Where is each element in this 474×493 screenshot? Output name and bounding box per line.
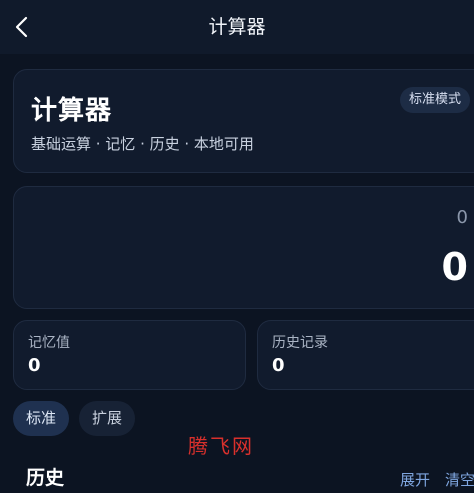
- history-count-label: 历史记录: [272, 335, 328, 351]
- calculator-display: 0 0: [13, 186, 474, 309]
- tab-standard-mode[interactable]: 标准: [13, 401, 70, 436]
- top-navigation-bar: 计算器: [0, 0, 474, 54]
- chevron-left-icon: [15, 16, 28, 38]
- expand-history-button[interactable]: 展开: [400, 469, 430, 490]
- result-text: 0: [441, 245, 468, 289]
- watermark-logo: 腾飞网: [188, 434, 254, 458]
- back-button[interactable]: [8, 12, 38, 42]
- tab-extended-mode[interactable]: 扩展: [79, 401, 136, 436]
- history-section-title: 历史: [26, 467, 65, 489]
- page-title: 计算器: [208, 16, 266, 38]
- feature-summary: 基础运算 · 记忆 · 历史 · 本地可用: [31, 135, 254, 153]
- memory-value: 0: [28, 355, 41, 376]
- memory-label: 记忆值: [28, 335, 70, 351]
- history-count-value: 0: [272, 355, 285, 376]
- calculator-info-card: 计算器 基础运算 · 记忆 · 历史 · 本地可用 标准模式: [13, 69, 474, 173]
- memory-stat-card: 记忆值 0: [13, 320, 246, 390]
- expression-text: 0: [456, 207, 468, 228]
- calculator-heading: 计算器: [31, 96, 113, 126]
- history-stat-card: 历史记录 0: [257, 320, 474, 390]
- mode-badge: 标准模式: [400, 87, 471, 113]
- clear-history-button[interactable]: 清空: [445, 469, 474, 490]
